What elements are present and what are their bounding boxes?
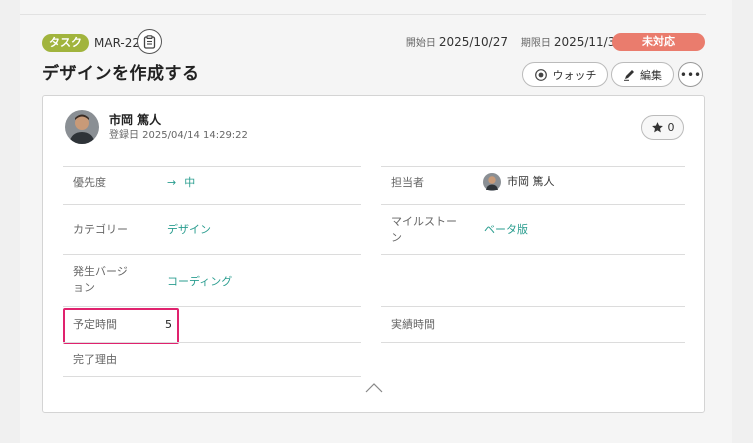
- edit-label: 編集: [640, 68, 662, 82]
- start-date-value: 2025/10/27: [438, 35, 508, 49]
- watch-label: ウォッチ: [552, 68, 597, 82]
- milestone-value[interactable]: ベータ版: [484, 222, 528, 238]
- divider: [381, 166, 685, 167]
- issue-dates: 開始日 2025/10/27 期限日 2025/11/30: [406, 33, 632, 53]
- category-label: カテゴリー: [73, 223, 128, 236]
- divider: [63, 342, 361, 343]
- issue-type-badge: タスク: [42, 34, 89, 52]
- due-date-label: 期限日: [520, 38, 551, 49]
- priority-value: → 中: [167, 175, 195, 191]
- registered-date: 登録日 2025/04/14 14:29:22: [109, 130, 248, 141]
- assignee-name: 市岡 篤人: [507, 175, 555, 188]
- star-button[interactable]: 0: [641, 115, 684, 140]
- author-name: 市岡 篤人: [109, 113, 162, 127]
- start-date-label: 開始日: [405, 38, 436, 49]
- divider: [63, 254, 361, 255]
- estimated-hours-value: 5: [165, 318, 172, 331]
- divider: [63, 204, 361, 205]
- divider: [381, 204, 685, 205]
- version-label-line1: 発生バージ: [73, 265, 128, 278]
- issue-detail-card: 市岡 篤人 登録日 2025/04/14 14:29:22 0 優先度 → 中 担…: [42, 95, 705, 413]
- estimated-hours-label: 予定時間: [73, 318, 117, 331]
- watch-button[interactable]: ウォッチ: [522, 62, 608, 87]
- milestone-label-line1: マイルストー: [391, 215, 457, 228]
- assignee-value[interactable]: 市岡 篤人: [483, 173, 555, 191]
- status-badge[interactable]: 未対応: [612, 33, 705, 51]
- copy-key-button[interactable]: [137, 29, 162, 54]
- top-divider: [20, 14, 706, 15]
- resolution-label: 完了理由: [73, 353, 117, 366]
- divider: [63, 166, 361, 167]
- divider: [381, 306, 685, 307]
- issue-key: MAR-22: [94, 36, 141, 50]
- assignee-avatar: [483, 173, 501, 191]
- divider: [63, 376, 361, 377]
- priority-text: 中: [184, 176, 196, 189]
- star-count: 0: [667, 121, 675, 134]
- more-button[interactable]: •••: [678, 62, 703, 87]
- milestone-label: マイルストー ン: [391, 214, 457, 246]
- edit-button[interactable]: 編集: [611, 62, 674, 87]
- clipboard-icon: [143, 34, 156, 49]
- milestone-label-line2: ン: [391, 231, 402, 244]
- priority-label: 優先度: [73, 176, 106, 189]
- assignee-label: 担当者: [391, 176, 424, 189]
- issue-title: デザインを作成する: [42, 64, 200, 84]
- more-icon: •••: [679, 67, 702, 82]
- priority-arrow-icon: →: [167, 176, 177, 189]
- star-icon: [651, 122, 663, 133]
- divider: [381, 254, 685, 255]
- category-value[interactable]: デザイン: [167, 222, 211, 238]
- version-label: 発生バージ ョン: [73, 264, 128, 296]
- version-label-line2: ョン: [73, 281, 95, 294]
- divider: [381, 342, 685, 343]
- version-value[interactable]: コーディング: [167, 274, 232, 290]
- eye-icon: [534, 68, 547, 81]
- author-avatar: [65, 110, 99, 144]
- chevron-up-icon[interactable]: [365, 383, 383, 393]
- actual-hours-label: 実績時間: [391, 318, 435, 331]
- divider: [63, 306, 361, 307]
- pencil-icon: [624, 69, 634, 81]
